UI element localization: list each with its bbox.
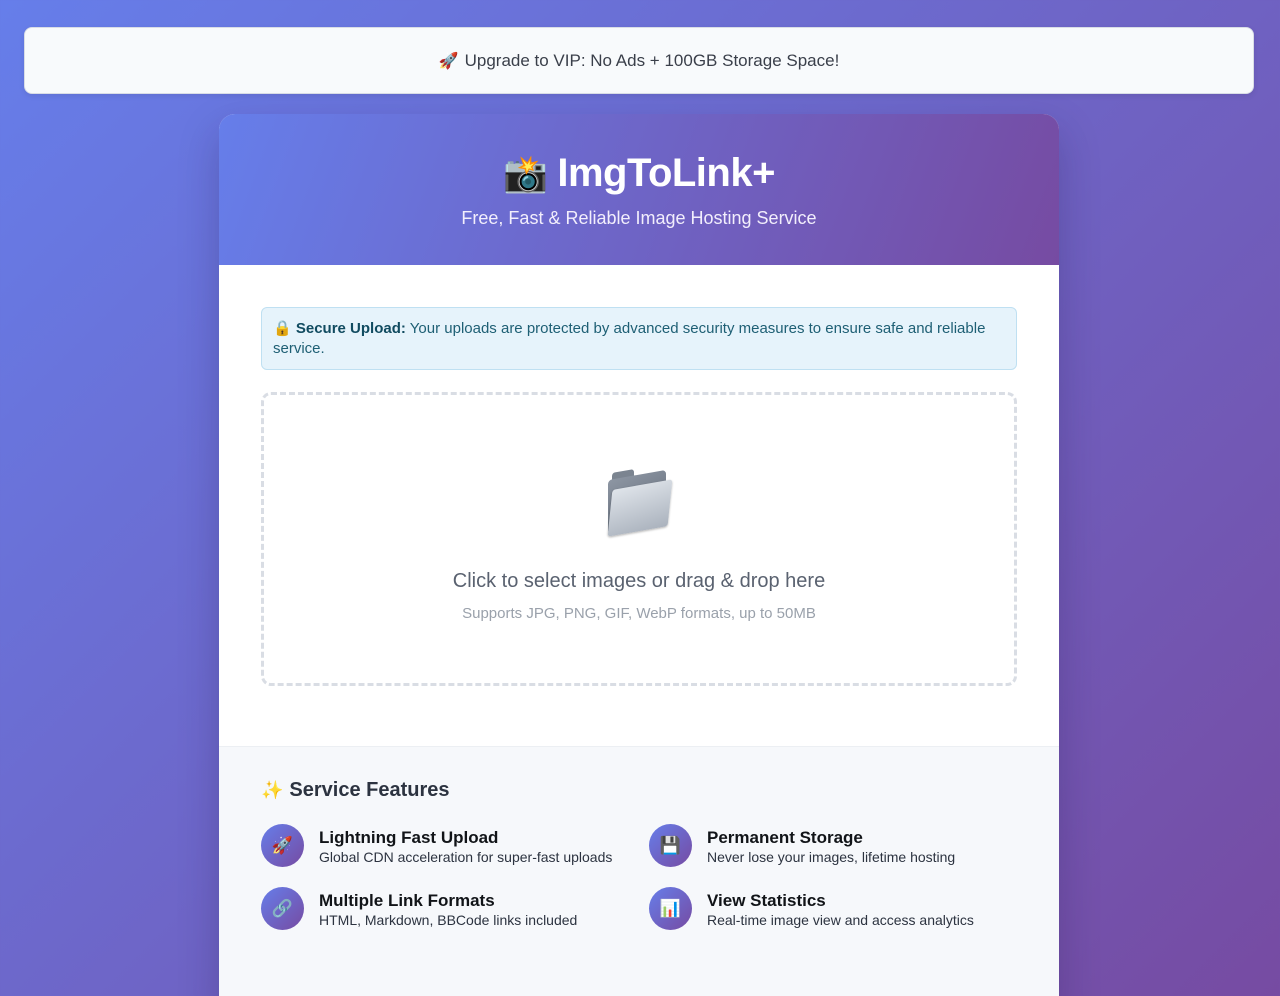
features-section: ✨ Service Features 🚀 Lightning Fast Uplo…: [219, 746, 1059, 996]
feature-item: 🚀 Lightning Fast Upload Global CDN accel…: [261, 824, 649, 867]
security-notice: 🔒 Secure Upload: Your uploads are protec…: [261, 307, 1017, 370]
floppy-disk-icon: 💾: [649, 824, 692, 867]
sparkles-icon: ✨: [261, 780, 284, 800]
feature-desc: Global CDN acceleration for super-fast u…: [319, 848, 613, 865]
bar-chart-icon: 📊: [649, 887, 692, 930]
app-title: 📸 ImgToLink+: [219, 114, 1059, 196]
rocket-icon: 🚀: [438, 52, 459, 70]
feature-grid: 🚀 Lightning Fast Upload Global CDN accel…: [261, 824, 1017, 930]
dropzone-title: Click to select images or drag & drop he…: [452, 570, 826, 592]
folder-icon: [606, 467, 673, 537]
vip-banner-text: Upgrade to VIP: No Ads + 100GB Storage S…: [464, 50, 840, 70]
camera-flash-icon: 📸: [503, 152, 548, 194]
vip-upgrade-banner[interactable]: 🚀 Upgrade to VIP: No Ads + 100GB Storage…: [24, 27, 1254, 94]
rocket-icon: 🚀: [261, 824, 304, 867]
features-title: ✨ Service Features: [261, 779, 1017, 802]
link-icon: 🔗: [261, 887, 304, 930]
lock-icon: 🔒: [273, 320, 292, 337]
feature-desc: HTML, Markdown, BBCode links included: [319, 911, 578, 928]
features-title-text: Service Features: [289, 779, 450, 801]
feature-item: 📊 View Statistics Real-time image view a…: [649, 887, 1037, 930]
card-body: 🔒 Secure Upload: Your uploads are protec…: [219, 265, 1059, 686]
feature-desc: Never lose your images, lifetime hosting: [707, 848, 956, 865]
dropzone-hint: Supports JPG, PNG, GIF, WebP formats, up…: [462, 605, 816, 622]
upload-dropzone[interactable]: Click to select images or drag & drop he…: [261, 392, 1017, 686]
feature-name: View Statistics: [707, 890, 826, 910]
card-header: 📸 ImgToLink+ Free, Fast & Reliable Image…: [219, 114, 1059, 265]
security-notice-label: Secure Upload:: [295, 320, 406, 337]
feature-item: 🔗 Multiple Link Formats HTML, Markdown, …: [261, 887, 649, 930]
feature-name: Permanent Storage: [707, 827, 863, 847]
main-card: 📸 ImgToLink+ Free, Fast & Reliable Image…: [219, 114, 1059, 996]
app-title-text: ImgToLink+: [557, 151, 775, 195]
feature-item: 💾 Permanent Storage Never lose your imag…: [649, 824, 1037, 867]
feature-name: Multiple Link Formats: [319, 890, 495, 910]
feature-name: Lightning Fast Upload: [319, 827, 499, 847]
app-subtitle: Free, Fast & Reliable Image Hosting Serv…: [461, 208, 817, 228]
feature-desc: Real-time image view and access analytic…: [707, 911, 974, 928]
